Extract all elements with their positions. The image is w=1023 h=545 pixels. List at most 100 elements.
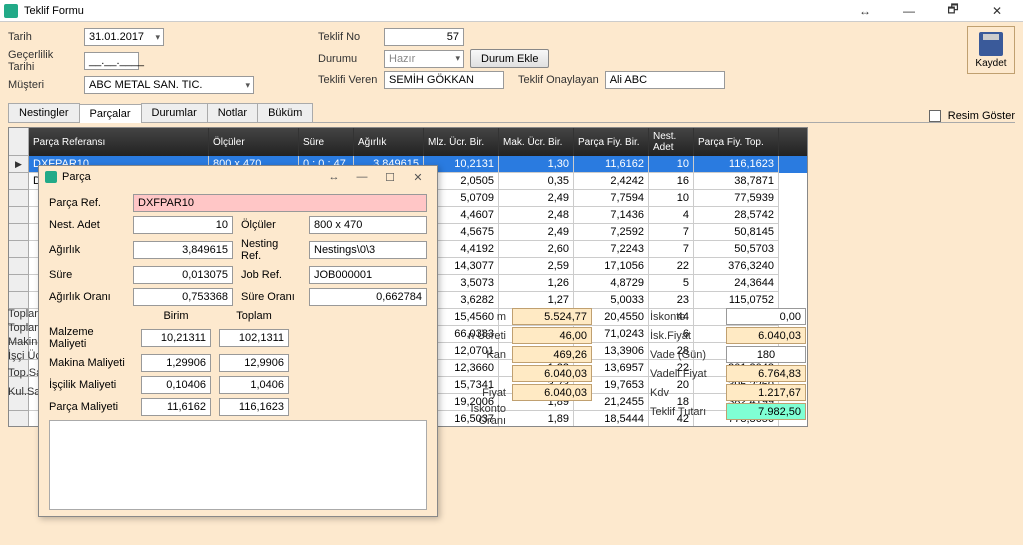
m-value: 5.524,77 [512,308,592,325]
grid-col-header[interactable]: Ağırlık [354,128,424,156]
nesting-ref-label: Nesting Ref. [241,238,301,262]
grid-cell: 28,5742 [694,207,779,224]
app-icon [4,4,18,18]
window-titlebar: Teklif Formu ↔ — 🗗 ✕ [0,0,1023,22]
minimize-button[interactable]: — [887,0,931,22]
grid-col-header[interactable]: Mak. Ücr. Bir. [499,128,574,156]
olculer-field[interactable]: 800 x 470 [309,216,427,234]
grid-cell: 24,3644 [694,275,779,292]
teklifi-veren-input[interactable]: SEMİH GÖKKAN [384,71,504,89]
iskonto-input[interactable]: 0,00 [726,308,806,325]
grid-col-header[interactable]: Süre [299,128,354,156]
parca-ref-label: Parça Ref. [49,197,125,209]
kdv-value: 1.217,67 [726,384,806,401]
teklifno-label: Teklif No [318,31,378,43]
durumu-combo[interactable]: Hazır [384,50,464,68]
dialog-minimize-button[interactable]: — [349,171,375,184]
grid-cell: 23 [649,292,694,309]
grid-cell: 2,49 [499,190,574,207]
dialog-resize-icon[interactable]: ↔ [321,171,347,184]
grid-cell: 22 [649,258,694,275]
grid-cell: 77,5939 [694,190,779,207]
isk-fiyat-value: 6.040,03 [726,327,806,344]
resize-icon[interactable]: ↔ [843,0,887,22]
dialog-title: Parça [62,171,321,183]
close-button[interactable]: ✕ [975,0,1019,22]
tarih-label: Tarih [8,31,78,43]
tarih-input[interactable]: 31.01.2017 [84,28,164,46]
grid-cell: 38,7871 [694,173,779,190]
grid-cell: 16 [649,173,694,190]
iscilik-toplam: 1,0406 [219,376,289,394]
maximize-button[interactable]: 🗗 [931,0,975,22]
tab-nestingler[interactable]: Nestingler [8,103,80,122]
resim-goster-label: Resim Göster [948,110,1015,122]
save-button[interactable]: Kaydet [967,26,1015,74]
window-title: Teklif Formu [24,5,843,17]
nesting-ref-field[interactable]: Nestings\0\3 [309,241,427,259]
teklifno-input[interactable]: 57 [384,28,464,46]
sure-field[interactable]: 0,013075 [133,266,233,284]
fiyat-value: 6.040,03 [512,384,592,401]
grid-col-header[interactable]: Nest. Adet [649,128,694,156]
save-label: Kaydet [975,58,1006,69]
agirlik-field[interactable]: 3,849615 [133,241,233,259]
dialog-titlebar[interactable]: Parça ↔ — ☐ ✕ [39,166,437,188]
tab-notlar[interactable]: Notlar [207,103,258,122]
dialog-close-button[interactable]: ✕ [405,171,431,184]
birim-header: Birim [141,310,211,322]
vade-label: Vade (Gün) [650,349,720,361]
grid-cell: 7 [649,241,694,258]
grid-col-header[interactable]: Mlz. Ücr. Bir. [424,128,499,156]
grid-col-header[interactable]: Parça Fiy. Bir. [574,128,649,156]
grid-cell: 5,0033 [574,292,649,309]
resim-goster-checkbox[interactable] [929,110,941,122]
grid-cell: 4 [649,207,694,224]
parca-ref-field[interactable]: DXFPAR10 [133,194,427,212]
kdv-label: Kdv [650,387,720,399]
gecerlilik-input[interactable]: __.__.____ [84,52,139,70]
nucreti-label: n Ücreti [446,330,506,342]
tab-durumlar[interactable]: Durumlar [141,103,208,122]
grid-cell: 4,8729 [574,275,649,292]
fiyat-label: Fiyat [446,387,506,399]
grid-cell: 7 [649,224,694,241]
agirlik-orani-field[interactable]: 0,753368 [133,288,233,306]
grid-cell: 17,1056 [574,258,649,275]
iskonto-orani-label: İskonto Oranı [446,403,506,427]
dialog-maximize-button[interactable]: ☐ [377,171,403,184]
nest-adet-field[interactable]: 10 [133,216,233,234]
grid-cell: 2,49 [499,224,574,241]
save-icon [979,32,1003,56]
iscilik-birim: 0,10406 [141,376,211,394]
musteri-label: Müşteri [8,79,78,91]
sure-orani-field[interactable]: 0,662784 [309,288,427,306]
grid-cell: 7,7594 [574,190,649,207]
grid-col-header[interactable]: Ölçüler [209,128,299,156]
teklif-onaylayan-input[interactable]: Ali ABC [605,71,725,89]
sure-orani-label: Süre Oranı [241,291,301,303]
dialog-preview-area [49,420,427,510]
isk-fiyat-label: İsk.Fiyat [650,330,720,342]
vade-input[interactable]: 180 [726,346,806,363]
grid-cell: 116,1623 [694,156,779,173]
malzeme-birim: 10,21311 [141,329,211,347]
job-ref-label: Job Ref. [241,269,301,281]
job-ref-field[interactable]: JOB000001 [309,266,427,284]
parca-toplam: 116,1623 [219,398,289,416]
tab-parçalar[interactable]: Parçalar [79,104,142,123]
makina-birim: 1,29906 [141,354,211,372]
nest-adet-label: Nest. Adet [49,219,125,231]
grid-cell: 7,1436 [574,207,649,224]
grid-col-header[interactable]: Parça Referansı [29,128,209,156]
kan-value: 469,26 [512,346,592,363]
musteri-combo[interactable]: ABC METAL SAN. TIC. [84,76,254,94]
makina-label: Makina Maliyeti [49,357,133,369]
v4-value: 6.040,03 [512,365,592,382]
tab-büküm[interactable]: Büküm [257,103,313,122]
gecerlilik-label: Geçerlilik Tarihi [8,49,78,73]
grid-cell: 10 [649,190,694,207]
m-label: m [446,311,506,323]
grid-col-header[interactable]: Parça Fiy. Top. [694,128,779,156]
durum-ekle-button[interactable]: Durum Ekle [470,49,549,68]
